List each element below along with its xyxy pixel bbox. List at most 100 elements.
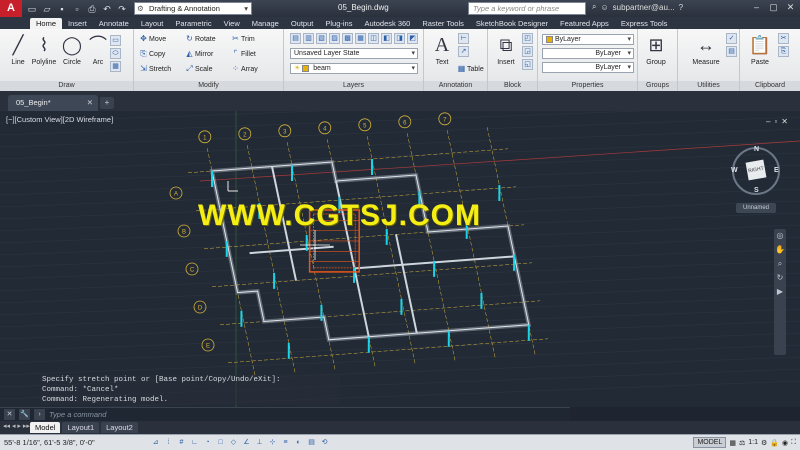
hatch-icon[interactable]: ▦ — [110, 61, 121, 72]
layout-tab-layout1[interactable]: Layout1 — [62, 422, 100, 433]
text-button[interactable]: A Text — [426, 31, 458, 77]
steering-wheel-icon[interactable]: ◎ — [774, 229, 786, 243]
osnap-icon[interactable]: □ — [215, 437, 226, 448]
utilities-panel-label[interactable]: Utilities — [678, 81, 739, 91]
drawing-canvas[interactable]: 1234567ABCDE [−][Custom View][2D Wirefra… — [0, 111, 800, 407]
layer-tool-icon[interactable]: ▩ — [342, 33, 353, 44]
leader-icon[interactable]: ↗ — [458, 46, 469, 57]
move-button[interactable]: ✥ Move — [138, 33, 166, 45]
mirror-button[interactable]: ◭ Mirror — [184, 48, 213, 60]
model-space-toggle[interactable]: MODEL — [693, 437, 727, 448]
ribbon-tab-featured-apps[interactable]: Featured Apps — [554, 18, 615, 29]
layer-tool-icon[interactable]: ▧ — [316, 33, 327, 44]
current-layer-select[interactable]: ☀ beam — [290, 63, 418, 74]
ribbon-tab-annotate[interactable]: Annotate — [93, 18, 135, 29]
layout-tab-model[interactable]: Model — [30, 422, 61, 433]
ribbon-tab-manage[interactable]: Manage — [246, 18, 285, 29]
ribbon-tab-insert[interactable]: Insert — [62, 18, 93, 29]
document-tab[interactable]: 05_Begin* ✕ — [8, 95, 98, 111]
ribbon-tab-parametric[interactable]: Parametric — [169, 18, 217, 29]
close-icon[interactable]: ✕ — [4, 409, 15, 420]
ribbon-tab-layout[interactable]: Layout — [135, 18, 170, 29]
ribbon-tab-raster-tools[interactable]: Raster Tools — [416, 18, 470, 29]
fillet-button[interactable]: ⌜ Fillet — [230, 48, 256, 60]
help-icon[interactable]: ? — [679, 3, 683, 12]
zoom-icon[interactable]: ⌕ — [774, 257, 786, 271]
ribbon-tab-output[interactable]: Output — [285, 18, 320, 29]
measure-button[interactable]: ↔ Measure — [686, 31, 726, 77]
paste-button[interactable]: 📋 Paste — [744, 31, 776, 77]
lineweight-icon[interactable]: ≡ — [280, 437, 291, 448]
maximize-icon[interactable]: ▢ — [766, 1, 781, 14]
ribbon-tab-plug-ins[interactable]: Plug-ins — [319, 18, 358, 29]
pan-icon[interactable]: ✋ — [774, 243, 786, 257]
rectangle-icon[interactable]: ▭ — [110, 35, 121, 46]
orbit-icon[interactable]: ↻ — [774, 271, 786, 285]
showmotion-icon[interactable]: ▶ — [774, 285, 786, 299]
transparency-icon[interactable]: ◐ — [293, 437, 304, 448]
layer-state-select[interactable]: Unsaved Layer State — [290, 48, 418, 59]
layer-tool-icon[interactable]: ▦ — [355, 33, 366, 44]
create-block-icon[interactable]: ◰ — [522, 33, 533, 44]
layout-tab-layout2[interactable]: Layout2 — [101, 422, 138, 433]
insert-button[interactable]: ⧉ Insert — [490, 31, 522, 77]
annotation-scale-icon[interactable]: ⚖ — [739, 439, 745, 447]
array-button[interactable]: ⁘ Array — [230, 63, 258, 75]
cut-icon[interactable]: ✂ — [778, 33, 789, 44]
layer-tool-icon[interactable]: ◨ — [394, 33, 405, 44]
attribute-icon[interactable]: ◱ — [522, 59, 533, 70]
redo-icon[interactable]: ↷ — [116, 3, 128, 15]
application-menu-button[interactable]: A — [0, 0, 22, 17]
viewcube-east[interactable]: E — [774, 167, 779, 174]
selection-cycling-icon[interactable]: ⟲ — [319, 437, 330, 448]
otrack-icon[interactable]: ∠ — [241, 437, 252, 448]
snap-icon[interactable]: ⁞ — [163, 437, 174, 448]
ribbon-tab-sketchbook-designer[interactable]: SketchBook Designer — [470, 18, 554, 29]
search-input[interactable]: Type a keyword or phrase — [468, 2, 586, 15]
properties-panel-label[interactable]: Properties — [538, 81, 637, 91]
ucs-menu[interactable]: Unnamed — [736, 203, 776, 213]
infer-constraints-icon[interactable]: ⊿ — [150, 437, 161, 448]
polar-icon[interactable]: ◔ — [202, 437, 213, 448]
minimize-icon[interactable]: – — [749, 1, 764, 14]
close-viewport-icon[interactable]: ✕ — [781, 117, 788, 126]
copy-clip-icon[interactable]: ⎘ — [778, 46, 789, 57]
draw-panel-label[interactable]: Draw — [0, 81, 133, 91]
rotate-button[interactable]: ↻ Rotate — [184, 33, 215, 45]
restore-viewport-icon[interactable]: ▫ — [774, 117, 777, 126]
viewcube-face[interactable]: RIGHT — [745, 159, 767, 181]
annotation-scale[interactable]: 1:1 — [748, 439, 758, 446]
layer-tool-icon[interactable]: ▨ — [329, 33, 340, 44]
layer-tool-icon[interactable]: ◧ — [381, 33, 392, 44]
ribbon-tab-autodesk-360[interactable]: Autodesk 360 — [358, 18, 416, 29]
viewcube-west[interactable]: W — [731, 167, 738, 174]
edit-block-icon[interactable]: ◲ — [522, 46, 533, 57]
clipboard-panel-label[interactable]: Clipboard — [740, 81, 800, 91]
scale-button[interactable]: ⤢ Scale — [184, 63, 212, 75]
annotation-panel-label[interactable]: Annotation — [424, 81, 487, 91]
ribbon-tab-view[interactable]: View — [218, 18, 246, 29]
table-button[interactable]: ▦ Table — [456, 63, 484, 75]
block-panel-label[interactable]: Block — [488, 81, 537, 91]
user-icon[interactable]: ☺ — [600, 3, 608, 12]
modify-panel-label[interactable]: Modify — [134, 81, 283, 91]
linear-dimension-icon[interactable]: ⊢ — [458, 33, 469, 44]
ribbon-tab-express-tools[interactable]: Express Tools — [615, 18, 674, 29]
layer-tool-icon[interactable]: ▥ — [303, 33, 314, 44]
color-select[interactable]: ByLayer — [542, 34, 634, 45]
lineweight-select[interactable]: ByLayer — [542, 62, 634, 73]
workspace-switch-icon[interactable]: ⚙ — [761, 439, 767, 447]
fullscreen-icon[interactable]: ⛶ — [791, 439, 796, 447]
stretch-button[interactable]: ⇲ Stretch — [138, 63, 171, 75]
layer-tool-icon[interactable]: ◫ — [368, 33, 379, 44]
lock-icon[interactable]: 🔒 — [770, 439, 779, 447]
minimize-viewport-icon[interactable]: – — [766, 117, 770, 126]
layer-tool-icon[interactable]: ◩ — [407, 33, 418, 44]
layers-panel-label[interactable]: Layers — [284, 81, 423, 91]
viewport-label[interactable]: [−][Custom View][2D Wireframe] — [6, 115, 113, 124]
viewcube-north[interactable]: N — [754, 146, 759, 153]
isolate-icon[interactable]: ◉ — [782, 439, 788, 447]
save-as-icon[interactable]: ▫ — [71, 3, 83, 15]
viewcube[interactable]: RIGHT N S W E — [731, 146, 780, 195]
copy-button[interactable]: ⎘ Copy — [138, 48, 165, 60]
